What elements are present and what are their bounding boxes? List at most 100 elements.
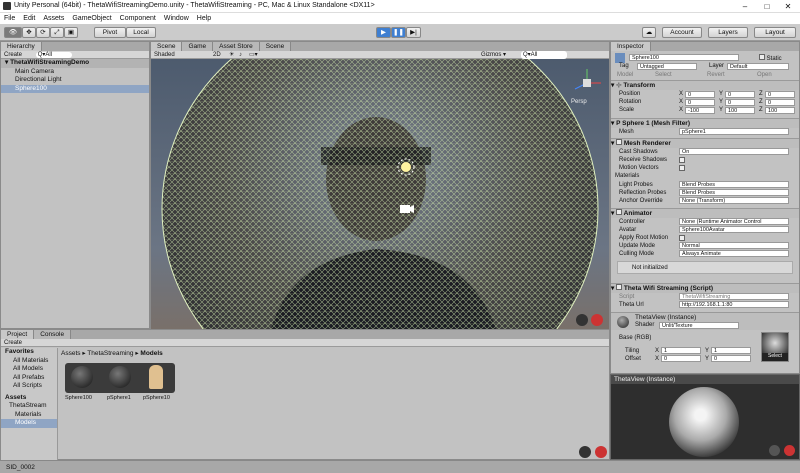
project-create-button[interactable]: Create [4, 340, 22, 346]
layer-dropdown[interactable]: Default [727, 63, 789, 70]
rot-y-field[interactable]: 0 [725, 99, 755, 106]
hierarchy-item-directional-light[interactable]: Directional Light [1, 76, 149, 85]
hierarchy-create-button[interactable]: Create [4, 52, 22, 58]
tree-models[interactable]: Models [1, 419, 57, 428]
hierarchy-item-sphere100[interactable]: Sphere100 [1, 84, 149, 93]
material-header[interactable]: ThetaView (Instance) Shader Unlit/Textur… [611, 312, 799, 330]
close-button[interactable]: ✕ [778, 1, 798, 12]
audio-icon[interactable]: ♪ [239, 51, 242, 59]
rot-x-field[interactable]: 0 [685, 99, 715, 106]
rotate-tool-button[interactable]: ⟳ [36, 27, 50, 38]
gizmos-dropdown[interactable]: Gizmos ▾ [481, 51, 506, 59]
pos-z-field[interactable]: 0 [765, 91, 795, 98]
tab-scene-2[interactable]: Scene [259, 42, 292, 51]
reflection-probes-dropdown[interactable]: Blend Probes [679, 189, 789, 196]
rect-tool-button[interactable]: ▣ [64, 27, 78, 38]
theta-url-field[interactable]: http://192.168.1.1:80 [679, 301, 789, 308]
breadcrumb-assets[interactable]: Assets [61, 350, 81, 357]
script-enable-checkbox[interactable] [616, 284, 623, 290]
persp-label[interactable]: Persp [571, 99, 587, 105]
avatar-field[interactable]: Sphere100Avatar [679, 226, 789, 233]
2d-toggle[interactable]: 2D [213, 51, 221, 59]
static-checkbox[interactable]: Static [759, 54, 782, 62]
cast-shadows-dropdown[interactable]: On [679, 148, 789, 155]
lighting-icon[interactable]: ☀ [229, 51, 234, 59]
fav-all-prefabs[interactable]: All Prefabs [1, 374, 57, 383]
tiling-y-field[interactable]: 1 [711, 347, 751, 354]
pivot-toggle[interactable]: Pivot [94, 27, 126, 38]
shading-dropdown[interactable]: Shaded [154, 52, 175, 58]
menu-edit[interactable]: Edit [19, 13, 39, 22]
transform-header[interactable]: ▾ ⊹ Transform [611, 80, 799, 90]
menu-help[interactable]: Help [193, 13, 215, 22]
light-probes-dropdown[interactable]: Blend Probes [679, 181, 789, 188]
preview-sphere[interactable] [669, 387, 739, 457]
scene-mic-icon[interactable] [576, 314, 588, 326]
texture-select-button[interactable]: Select [762, 353, 788, 359]
receive-shadows-checkbox[interactable] [679, 157, 685, 163]
menu-gameobject[interactable]: GameObject [68, 13, 115, 22]
local-toggle[interactable]: Local [126, 27, 156, 38]
offset-x-field[interactable]: 0 [661, 355, 701, 362]
scene-viewport[interactable]: Persp [151, 59, 609, 329]
breadcrumb-thetastreaming[interactable]: ThetaStreaming [87, 350, 133, 357]
cloud-icon[interactable]: ☁ [642, 27, 656, 38]
pos-y-field[interactable]: 0 [725, 91, 755, 98]
scale-tool-button[interactable]: ⤢ [50, 27, 64, 38]
scene-record-icon[interactable] [591, 314, 603, 326]
offset-y-field[interactable]: 0 [711, 355, 751, 362]
hand-tool-button[interactable]: 👁 [4, 27, 22, 38]
prefab-open-button[interactable]: Open [757, 72, 772, 78]
tab-project[interactable]: Project [1, 330, 35, 339]
maximize-button[interactable]: □ [757, 1, 777, 12]
assets-node[interactable]: Assets [1, 394, 57, 403]
play-button[interactable]: ▶ [376, 27, 391, 38]
rot-z-field[interactable]: 0 [765, 99, 795, 106]
tab-scene[interactable]: Scene [151, 42, 183, 51]
animator-enable-checkbox[interactable] [616, 209, 623, 215]
mesh-field[interactable]: pSphere1 [679, 128, 789, 135]
menu-assets[interactable]: Assets [39, 13, 68, 22]
tiling-x-field[interactable]: 1 [661, 347, 701, 354]
psphere1-thumb[interactable] [109, 366, 131, 388]
minimize-button[interactable]: – [735, 1, 755, 12]
update-mode-dropdown[interactable]: Normal [679, 242, 789, 249]
scl-y-field[interactable]: 100 [725, 107, 755, 114]
tag-dropdown[interactable]: Untagged [637, 63, 697, 70]
scl-z-field[interactable]: 100 [765, 107, 795, 114]
effects-icon[interactable]: ▭▾ [249, 51, 258, 59]
apply-root-motion-checkbox[interactable] [679, 235, 685, 241]
preview-mic-icon[interactable] [769, 445, 780, 456]
step-button[interactable]: ▶| [406, 27, 421, 38]
project-record-icon[interactable] [595, 446, 607, 458]
favorites-node[interactable]: Favorites [1, 348, 57, 357]
motion-vectors-checkbox[interactable] [679, 165, 685, 171]
fav-all-models[interactable]: All Models [1, 365, 57, 374]
scene-root[interactable]: ▾ ThetaWifiStreamingDemo [1, 59, 149, 68]
sphere100-thumb[interactable] [71, 366, 93, 388]
preview-title[interactable]: ThetaView (Instance) [611, 375, 799, 384]
psphere10-thumb[interactable] [149, 365, 163, 389]
prefab-revert-button[interactable]: Revert [707, 72, 725, 78]
tab-asset-store[interactable]: Asset Store [213, 42, 260, 51]
mesh-renderer-enable-checkbox[interactable] [616, 139, 623, 145]
tab-hierarchy[interactable]: Hierarchy [1, 42, 42, 51]
tree-materials[interactable]: Materials [1, 411, 57, 420]
tree-thetastream[interactable]: ThetaStream [1, 402, 57, 411]
tab-inspector[interactable]: Inspector [611, 42, 651, 51]
pause-button[interactable]: ❚❚ [391, 27, 406, 38]
orientation-gizmo[interactable] [571, 67, 603, 99]
shader-dropdown[interactable]: Unlit/Texture [659, 322, 739, 329]
anchor-override-field[interactable]: None (Transform) [679, 197, 789, 204]
project-mic-icon[interactable] [579, 446, 591, 458]
fav-all-materials[interactable]: All Materials [1, 357, 57, 366]
materials-foldout[interactable]: Materials [615, 173, 639, 179]
gameobject-name-field[interactable]: Sphere100 [629, 54, 739, 61]
fav-all-scripts[interactable]: All Scripts [1, 382, 57, 391]
script-header[interactable]: ▾ Theta Wifi Streaming (Script) [611, 283, 799, 293]
menu-component[interactable]: Component [116, 13, 160, 22]
account-dropdown[interactable]: Account [662, 27, 702, 38]
scene-search-input[interactable]: Q▾All [521, 51, 568, 59]
tab-game[interactable]: Game [182, 42, 214, 51]
move-tool-button[interactable]: ✥ [22, 27, 36, 38]
